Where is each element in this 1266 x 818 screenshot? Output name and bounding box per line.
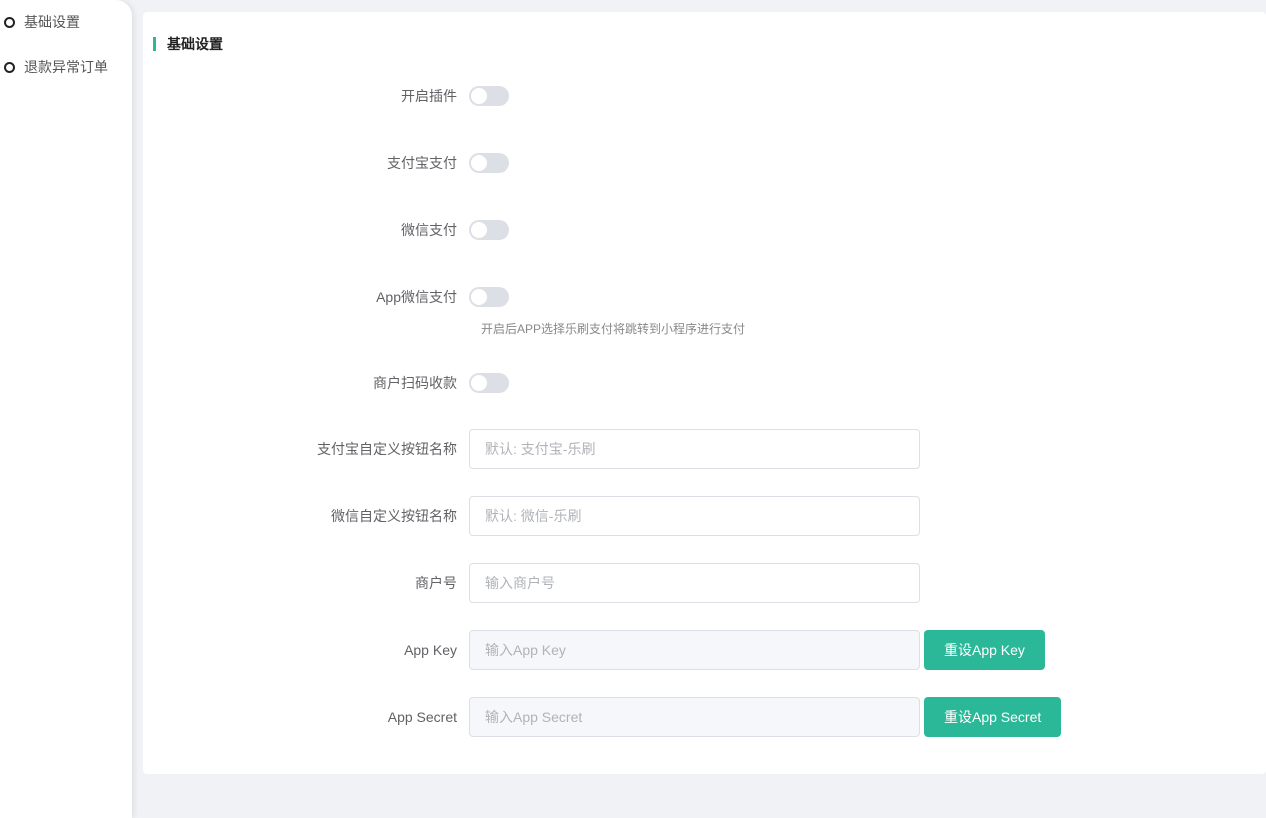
sidebar-item-label: 基础设置	[24, 14, 80, 30]
wechat-pay-toggle[interactable]	[469, 220, 509, 240]
sidebar-item-label: 退款异常订单	[24, 59, 108, 75]
enable-plugin-toggle[interactable]	[469, 86, 509, 106]
wechat-button-name-input[interactable]	[469, 496, 920, 536]
sidebar-item-basic-settings[interactable]: 基础设置	[0, 0, 132, 44]
section-title: 基础设置	[153, 34, 223, 54]
switch-label: 微信支付	[401, 222, 457, 238]
alipay-toggle[interactable]	[469, 153, 509, 173]
sidebar-item-refund-exceptions[interactable]: 退款异常订单	[0, 44, 132, 90]
switch-label: App微信支付	[376, 289, 457, 305]
title-accent-bar	[153, 37, 156, 51]
circle-icon	[4, 61, 15, 73]
field-label: App Secret	[387, 709, 457, 725]
circle-icon	[4, 16, 15, 28]
settings-panel: 基础设置 开启插件 支付宝支付 微信支付 App微信支付 开启后APP选择乐刷支…	[143, 12, 1266, 774]
app-wechat-pay-toggle[interactable]	[469, 287, 509, 307]
app-key-input	[469, 630, 920, 670]
field-label: 商户号	[415, 575, 457, 591]
reset-app-key-button[interactable]: 重设App Key	[924, 630, 1045, 670]
field-label: App Key	[404, 642, 457, 658]
switch-label: 商户扫码收款	[373, 375, 457, 391]
alipay-button-name-input[interactable]	[469, 429, 920, 469]
app-wechat-hint: 开启后APP选择乐刷支付将跳转到小程序进行支付	[481, 322, 746, 336]
merchant-id-input[interactable]	[469, 563, 920, 603]
field-label: 微信自定义按钮名称	[331, 508, 457, 524]
switch-label: 开启插件	[401, 88, 457, 104]
sidebar: 基础设置 退款异常订单	[0, 0, 132, 818]
reset-app-secret-button[interactable]: 重设App Secret	[924, 697, 1062, 737]
app-secret-input	[469, 697, 920, 737]
section-title-text: 基础设置	[167, 36, 223, 52]
merchant-scan-toggle[interactable]	[469, 373, 509, 393]
switch-label: 支付宝支付	[387, 155, 457, 171]
field-label: 支付宝自定义按钮名称	[317, 441, 457, 457]
